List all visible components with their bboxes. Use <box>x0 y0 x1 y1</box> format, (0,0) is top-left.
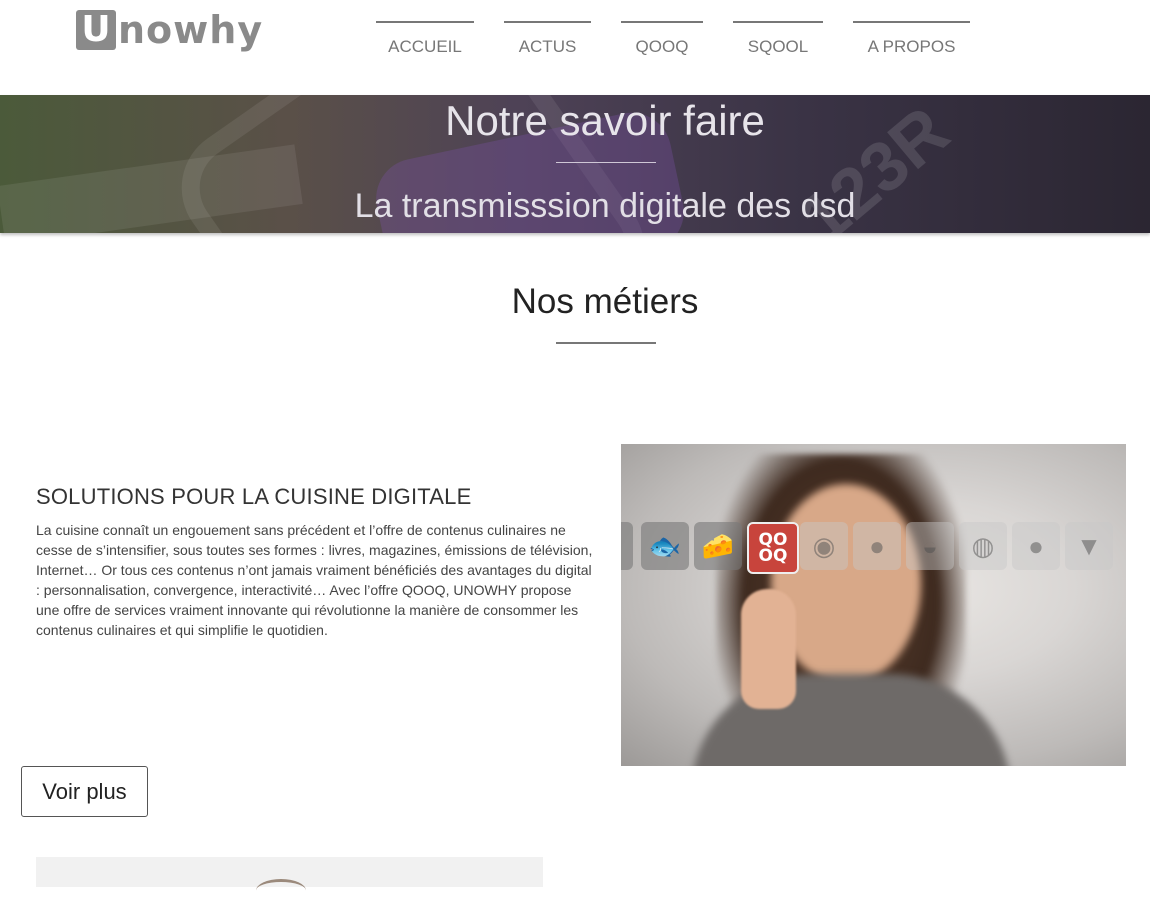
qooq-logo-icon: QO OQ <box>747 522 799 574</box>
logo-wordmark: nowhy <box>118 8 264 52</box>
hero-divider <box>556 162 656 163</box>
section-divider <box>556 342 656 344</box>
cheese-icon: 🧀 <box>694 522 742 570</box>
unowhy-logo[interactable]: U nowhy <box>76 8 263 52</box>
card-title: SOLUTIONS POUR LA CUISINE DIGITALE <box>36 484 472 509</box>
partial-icon <box>621 522 633 570</box>
nav-item-sqool[interactable]: SQOOL <box>733 21 823 57</box>
next-card-object <box>256 879 306 902</box>
hero-title: Notre savoir faire <box>445 97 765 144</box>
hero-banner: 123R Notre savoir faire La transmisssion… <box>0 95 1150 233</box>
next-card-image <box>36 857 543 887</box>
voir-plus-button[interactable]: Voir plus <box>21 766 148 817</box>
card-description: La cuisine connaît un engouement sans pr… <box>36 522 593 638</box>
spices-icon: ◉ <box>800 522 848 570</box>
tomato-icon: ● <box>853 522 901 570</box>
photo-pointing-finger <box>741 589 796 709</box>
nav-item-actus[interactable]: ACTUS <box>504 21 591 57</box>
section-title: Nos métiers <box>511 282 699 321</box>
ice-cream-icon: ▼ <box>1065 522 1113 570</box>
apple-icon: ● <box>1012 522 1060 570</box>
hero-subtitle: La transmisssion digitale des dsd <box>354 187 856 225</box>
logo-letter: U <box>76 10 116 50</box>
bread-icon: ◒ <box>906 522 954 570</box>
nav-item-a-propos[interactable]: A PROPOS <box>853 21 970 57</box>
fish-icon: 🐟 <box>641 522 689 570</box>
pizza-icon: ◍ <box>959 522 1007 570</box>
qooq-promo-photo: 🐟 🧀 QO OQ ◉ ● ◒ ◍ ● ▼ <box>621 444 1126 766</box>
nav-item-accueil[interactable]: ACCUEIL <box>376 21 474 57</box>
nav-item-qooq[interactable]: QOOQ <box>621 21 703 57</box>
